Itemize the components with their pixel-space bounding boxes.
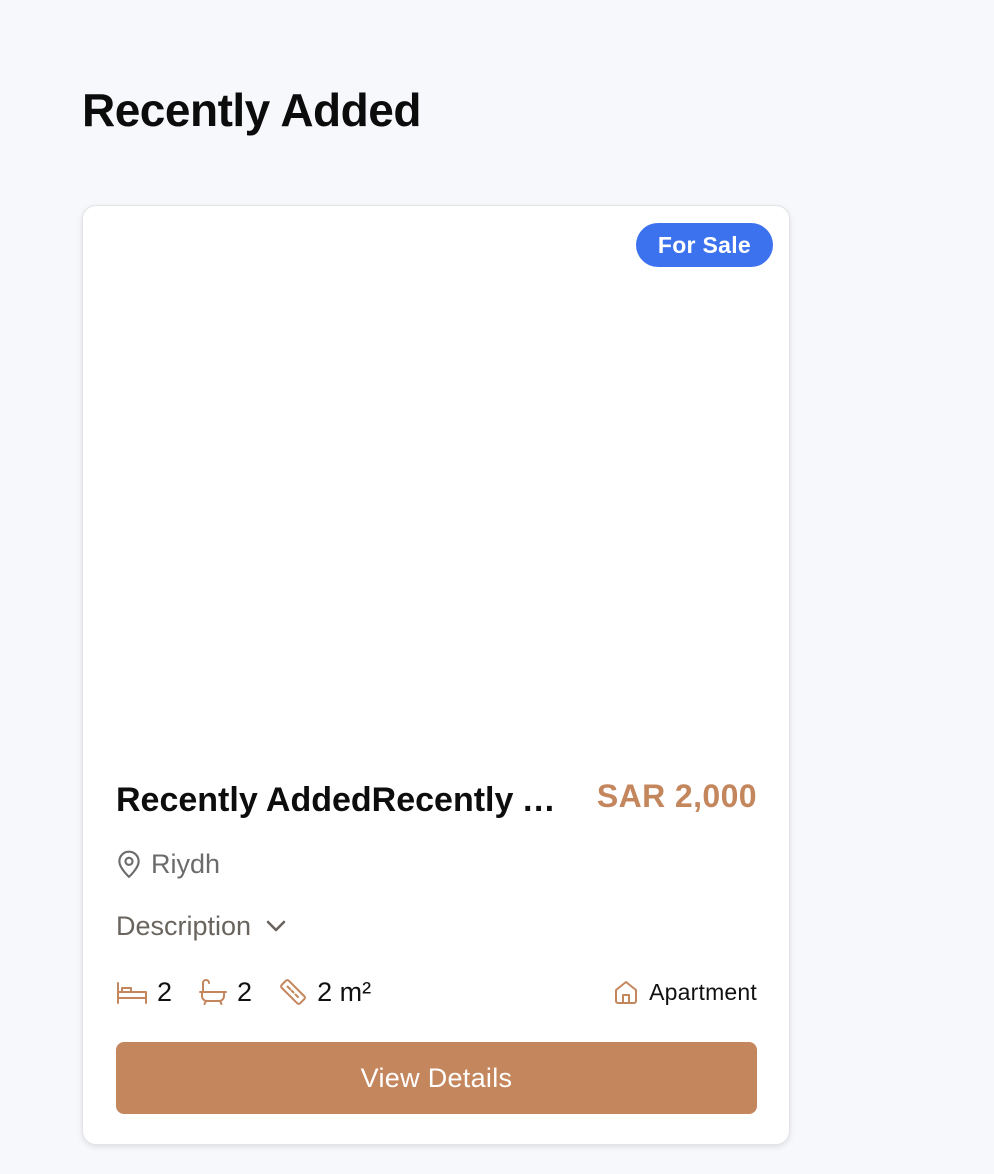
bed-icon [117,982,147,1004]
area-value: 2 m² [317,976,372,1007]
area-feature: 2 m² [278,977,371,1008]
map-pin-icon [118,850,140,878]
description-toggle[interactable]: Description [116,908,287,944]
chevron-down-icon [266,920,286,932]
section-title: Recently Added [82,84,421,136]
listing-title[interactable]: Recently AddedRecently Added [116,778,566,822]
location-text: Riydh [151,848,221,879]
listing-location: Riydh [116,846,220,882]
listing-image[interactable]: For Sale [83,206,789,751]
listing-price: SAR 2,000 [596,778,757,814]
description-label: Description [116,910,252,941]
property-type-label: Apartment [649,978,757,1005]
home-icon [615,981,638,1004]
property-type: Apartment [613,979,757,1006]
bathrooms-feature: 2 [198,977,252,1008]
bathtub-icon [199,979,228,1005]
listing-card[interactable]: For Sale Recently AddedRecently Added SA… [82,205,790,1145]
ruler-icon [280,979,306,1005]
listing-features: 2 2 2 m² Apartment [116,972,757,1012]
status-badge: For Sale [635,223,773,267]
bedrooms-count: 2 [157,976,173,1007]
listing-header: Recently AddedRecently Added SAR 2,000 [116,776,757,826]
bathrooms-count: 2 [237,976,253,1007]
bedrooms-feature: 2 [116,977,172,1008]
view-details-button[interactable]: View Details [116,1042,757,1114]
